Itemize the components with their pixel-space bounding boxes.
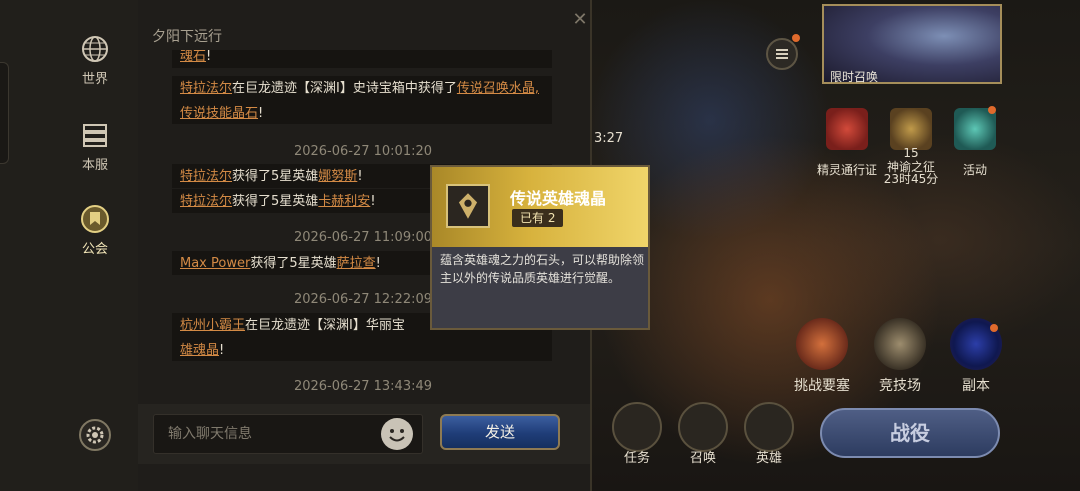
tooltip-title: 传说英雄魂晶 — [510, 189, 607, 208]
message-timestamp: 2026-06-27 13:43:49 — [293, 379, 433, 394]
spirit-pass-icon[interactable] — [826, 108, 868, 150]
limited-summon-banner[interactable]: 限时召唤 — [822, 4, 1002, 84]
oracle-trophy-icon[interactable] — [890, 108, 932, 150]
owned-count-badge: 已有 2 — [512, 209, 564, 227]
campaign-battle-button[interactable]: 战役 — [820, 408, 1000, 458]
hero-soul-crystal-icon — [446, 184, 490, 228]
sidebar-collapse-handle[interactable] — [0, 62, 9, 164]
globe-icon — [82, 36, 108, 62]
spirit-pass-label: 精灵通行证 — [816, 163, 877, 177]
summon-nav-label: 召唤 — [689, 451, 716, 466]
summon-nav-icon[interactable] — [678, 402, 728, 452]
message-text: ! — [258, 106, 264, 121]
message-timestamp: 2026-06-27 10:01:20 — [293, 144, 433, 159]
timer-partial-text: 3:27 — [594, 131, 624, 146]
dungeon-label: 副本 — [962, 378, 990, 394]
message-text: 获得了5星英雄 — [232, 194, 319, 209]
tooltip-header: 传说英雄魂晶 已有 2 — [432, 167, 648, 247]
item-link[interactable]: 雄魂晶 — [180, 343, 219, 358]
message-text: 在巨龙遗迹【深渊Ⅰ】华丽宝 — [245, 318, 405, 333]
sidebar-item-world[interactable]: 世界 — [60, 34, 130, 87]
arena-label: 竞技场 — [879, 378, 921, 394]
item-link[interactable]: 娜努斯 — [318, 169, 357, 184]
sidebar-item-server[interactable]: 本服 — [60, 120, 130, 173]
activity-notification-dot — [988, 106, 996, 114]
dungeon-notification-dot — [990, 324, 998, 332]
arena-swords-icon[interactable] — [874, 318, 926, 370]
item-link[interactable]: 萨拉查 — [337, 256, 376, 271]
message-text: 获得了5星英雄 — [250, 256, 337, 271]
settings-gear-icon[interactable] — [78, 418, 112, 452]
message-text: 获得了5星英雄 — [232, 169, 319, 184]
chat-channel-title: 夕阳下远行 — [152, 29, 222, 45]
chat-message: 魂石! — [172, 50, 552, 68]
message-text: ! — [357, 169, 363, 184]
sidebar-item-guild[interactable]: 公会 — [60, 204, 130, 257]
fortress-challenge-label: 挑战要塞 — [794, 378, 850, 394]
guild-icon — [81, 205, 109, 233]
tooltip-description: 蕴含英雄魂之力的石头，可以帮助除领主以外的传说品质英雄进行觉醒。 — [440, 253, 645, 285]
item-link[interactable]: 魂石 — [180, 50, 206, 64]
hero-nav-label: 英雄 — [755, 451, 782, 466]
message-text: ! — [219, 343, 225, 358]
chat-sidebar: 世界 本服 公会 — [0, 0, 138, 491]
activity-horn-icon[interactable] — [954, 108, 996, 150]
limited-summon-label: 限时召唤 — [830, 70, 879, 84]
server-icon — [83, 124, 107, 147]
oracle-timer: 23时45分 — [883, 172, 939, 186]
player-link[interactable]: Max Power — [180, 256, 250, 271]
player-link[interactable]: 特拉法尔 — [180, 169, 232, 184]
activity-label: 活动 — [962, 163, 987, 177]
message-text: ! — [370, 194, 376, 209]
hero-nav-icon[interactable] — [744, 402, 794, 452]
close-chat-icon[interactable]: ✕ — [570, 10, 590, 30]
menu-icon — [776, 49, 788, 59]
send-button[interactable]: 发送 — [440, 414, 560, 450]
menu-button[interactable] — [766, 38, 798, 70]
message-text: ! — [206, 50, 212, 64]
fortress-challenge-icon[interactable] — [796, 318, 848, 370]
quest-nav-label: 任务 — [623, 451, 650, 466]
emoji-icon[interactable] — [380, 417, 414, 451]
quest-nav-icon[interactable] — [612, 402, 662, 452]
item-tooltip: 传说英雄魂晶 已有 2 蕴含英雄魂之力的石头，可以帮助除领主以外的传说品质英雄进… — [430, 165, 650, 330]
player-link[interactable]: 特拉法尔 — [180, 194, 232, 209]
sidebar-label-guild: 公会 — [81, 242, 108, 257]
sidebar-label-server: 本服 — [81, 158, 108, 173]
sidebar-label-world: 世界 — [81, 72, 108, 87]
item-link[interactable]: 卡赫利安 — [318, 194, 370, 209]
message-text: 在巨龙遗迹【深渊Ⅰ】史诗宝箱中获得了 — [232, 81, 457, 96]
menu-notification-dot — [792, 34, 800, 42]
message-text: ! — [375, 256, 381, 271]
chat-message: 特拉法尔在巨龙遗迹【深渊Ⅰ】史诗宝箱中获得了传说召唤水晶,传说技能晶石! — [172, 76, 552, 124]
player-link[interactable]: 杭州小霸王 — [180, 318, 245, 333]
player-link[interactable]: 特拉法尔 — [180, 81, 232, 96]
